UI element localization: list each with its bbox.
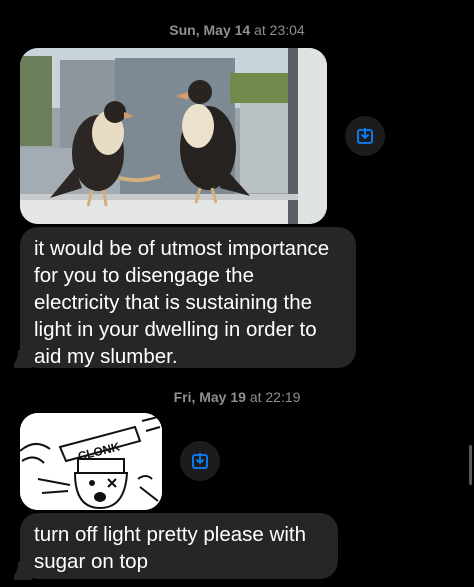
message-line: turn off light pretty please with <box>34 523 306 546</box>
timestamp-time: at 23:04 <box>254 22 305 38</box>
download-button[interactable] <box>180 441 220 481</box>
timestamp: Fri, May 19 at 22:19 <box>0 389 474 405</box>
message-line: for you to disengage the <box>34 264 254 287</box>
message-line: light in your dwelling in order to <box>34 318 317 341</box>
message-line: sugar on top <box>34 550 148 573</box>
download-button[interactable] <box>345 116 385 156</box>
download-icon <box>192 453 208 469</box>
message-line: electricity that is sustaining the <box>34 291 313 314</box>
timestamp: Sun, May 14 at 23:04 <box>0 22 474 38</box>
image-attachment-comic[interactable]: CLONK <box>20 413 162 510</box>
timestamp-day: Fri, May 19 <box>173 389 246 405</box>
timestamp-time: at 22:19 <box>249 389 301 405</box>
image-attachment-birds[interactable] <box>20 48 327 224</box>
message-bubble[interactable]: turn off light pretty please with sugar … <box>20 513 338 579</box>
scrollbar[interactable] <box>469 445 472 485</box>
timestamp-day: Sun, May 14 <box>169 22 251 38</box>
download-icon <box>357 128 373 144</box>
message-bubble[interactable]: it would be of utmost importance for you… <box>20 227 356 368</box>
message-line: it would be of utmost importance <box>34 237 330 260</box>
birds-photo <box>20 48 327 224</box>
comic-sketch: CLONK <box>20 413 162 510</box>
message-line: aid my slumber. <box>34 345 178 368</box>
